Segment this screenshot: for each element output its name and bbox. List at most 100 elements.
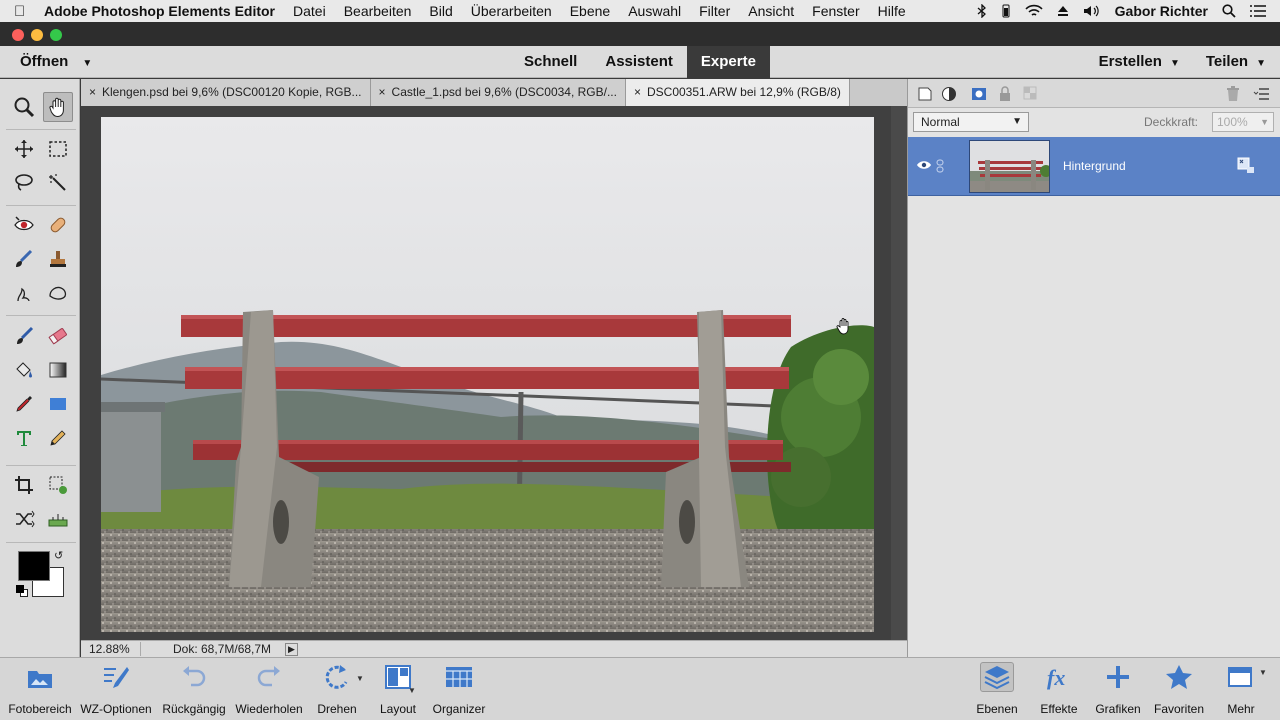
bench-photo: [101, 117, 874, 632]
organizer-button[interactable]: Organizer: [428, 662, 490, 717]
opacity-chevron-icon[interactable]: ▼: [1260, 113, 1269, 131]
undo-icon: [183, 666, 206, 687]
menu-bild[interactable]: Bild: [429, 3, 452, 19]
battery-icon[interactable]: [1001, 4, 1011, 18]
menu-ansicht[interactable]: Ansicht: [748, 3, 794, 19]
share-button[interactable]: Teilen ▼: [1206, 53, 1266, 70]
shape-tool-icon[interactable]: [43, 389, 73, 419]
content-aware-move-icon[interactable]: [9, 504, 39, 534]
close-tab-icon[interactable]: ×: [634, 85, 641, 99]
sponge-tool-icon[interactable]: [43, 278, 73, 308]
lock-all-icon[interactable]: [996, 85, 1014, 103]
status-menu-arrow-icon[interactable]: ▶: [285, 642, 298, 656]
more-chevron-icon[interactable]: ▼: [1259, 668, 1267, 677]
effects-button[interactable]: fx Effekte: [1034, 662, 1084, 717]
gradient-tool-icon[interactable]: [43, 355, 73, 385]
bluetooth-icon[interactable]: [977, 4, 987, 18]
undo-button[interactable]: Rückgängig: [160, 662, 228, 717]
type-tool-icon[interactable]: [9, 423, 39, 453]
menu-fenster[interactable]: Fenster: [812, 3, 859, 19]
link-icon[interactable]: [936, 159, 944, 173]
menu-ueberarbeiten[interactable]: Überarbeiten: [471, 3, 552, 19]
foreground-color-swatch[interactable]: [18, 551, 50, 581]
tab-document-dsc00351[interactable]: × DSC00351.ARW bei 12,9% (RGB/8): [625, 79, 850, 106]
quick-selection-icon[interactable]: [43, 168, 73, 198]
open-button[interactable]: Öffnen ▼: [20, 53, 92, 70]
red-eye-icon[interactable]: [9, 210, 39, 240]
recompose-tool-icon[interactable]: [43, 470, 73, 500]
adjustment-layer-icon[interactable]: [940, 85, 958, 103]
eyedropper-icon[interactable]: [9, 389, 39, 419]
new-layer-icon[interactable]: [916, 85, 934, 103]
clone-stamp-icon[interactable]: [43, 244, 73, 274]
create-label: Erstellen: [1098, 53, 1162, 70]
create-button[interactable]: Erstellen ▼: [1099, 53, 1180, 70]
opacity-field[interactable]: 100% ▼: [1212, 112, 1274, 132]
menu-bearbeiten[interactable]: Bearbeiten: [344, 3, 412, 19]
wifi-icon[interactable]: [1025, 4, 1043, 18]
user-name[interactable]: Gabor Richter: [1115, 3, 1208, 19]
straighten-tool-icon[interactable]: [43, 504, 73, 534]
delete-layer-icon[interactable]: [1224, 85, 1242, 103]
default-colors-icon[interactable]: [16, 585, 28, 597]
move-tool-icon[interactable]: [9, 134, 39, 164]
menu-filter[interactable]: Filter: [699, 3, 730, 19]
eraser-tool-icon[interactable]: [43, 321, 73, 351]
vertical-scrollbar[interactable]: [891, 106, 907, 640]
menu-auswahl[interactable]: Auswahl: [628, 3, 681, 19]
visibility-eye-icon[interactable]: [916, 159, 932, 171]
crop-tool-icon[interactable]: [9, 470, 39, 500]
minimize-window-button[interactable]: [31, 29, 43, 41]
apple-icon[interactable]: : [14, 3, 32, 20]
layout-chevron-icon[interactable]: ▼: [408, 686, 416, 695]
redo-button[interactable]: Wiederholen: [234, 662, 304, 717]
layers-panel-button[interactable]: Ebenen: [966, 662, 1028, 717]
pencil-tool-icon[interactable]: [43, 423, 73, 453]
menu-datei[interactable]: Datei: [293, 3, 326, 19]
rotate-button[interactable]: Drehen: [312, 662, 362, 717]
spotlight-search-icon[interactable]: [1222, 4, 1236, 18]
close-tab-icon[interactable]: ×: [89, 85, 96, 99]
blur-tool-icon[interactable]: [9, 278, 39, 308]
menu-ebene[interactable]: Ebene: [570, 3, 610, 19]
rotate-chevron-icon[interactable]: ▼: [356, 674, 364, 683]
menu-hilfe[interactable]: Hilfe: [878, 3, 906, 19]
brush-tool-icon[interactable]: [9, 321, 39, 351]
layer-row-hintergrund[interactable]: Hintergrund: [908, 137, 1280, 196]
layer-mask-icon[interactable]: [970, 85, 988, 103]
panel-menu-icon[interactable]: [1253, 85, 1271, 103]
tab-document-klengen[interactable]: × Klengen.psd bei 9,6% (DSC00120 Kopie, R…: [81, 79, 371, 106]
smart-brush-icon[interactable]: [9, 244, 39, 274]
photo-bin-button[interactable]: Fotobereich: [8, 662, 72, 717]
spot-healing-icon[interactable]: [43, 210, 73, 240]
rectangular-marquee-icon[interactable]: [43, 134, 73, 164]
lasso-tool-icon[interactable]: [9, 168, 39, 198]
zoom-tool-icon[interactable]: [9, 92, 39, 122]
tab-schnell[interactable]: Schnell: [510, 46, 591, 78]
close-tab-icon[interactable]: ×: [379, 85, 386, 99]
swap-colors-icon[interactable]: ↺: [54, 549, 63, 562]
volume-icon[interactable]: [1083, 4, 1101, 18]
canvas-area[interactable]: [81, 106, 891, 640]
tool-options-button[interactable]: WZ-Optionen: [80, 662, 152, 717]
svg-text:fx: fx: [1047, 665, 1065, 690]
tool-options-icon: [104, 667, 129, 688]
favorites-button[interactable]: Favoriten: [1150, 662, 1208, 717]
favorites-label: Favoriten: [1153, 702, 1205, 716]
tab-label: DSC00351.ARW bei 12,9% (RGB/8): [647, 85, 841, 99]
layer-name[interactable]: Hintergrund: [1063, 159, 1126, 173]
eject-icon[interactable]: [1057, 5, 1069, 17]
paint-bucket-icon[interactable]: [9, 355, 39, 385]
menu-app-name[interactable]: Adobe Photoshop Elements Editor: [44, 3, 275, 19]
hand-tool-icon[interactable]: [43, 92, 73, 122]
graphics-button[interactable]: Grafiken: [1090, 662, 1146, 717]
notification-list-icon[interactable]: [1250, 5, 1266, 17]
tab-document-castle[interactable]: × Castle_1.psd bei 9,6% (DSC0034, RGB/...: [370, 79, 626, 106]
zoom-window-button[interactable]: [50, 29, 62, 41]
lock-transparency-icon[interactable]: [1022, 85, 1040, 103]
tab-experte[interactable]: Experte: [686, 46, 770, 78]
close-window-button[interactable]: [12, 29, 24, 41]
blend-mode-dropdown[interactable]: Normal ▼: [913, 112, 1029, 132]
zoom-level[interactable]: 12.88%: [81, 642, 141, 656]
tab-assistent[interactable]: Assistent: [591, 46, 687, 78]
